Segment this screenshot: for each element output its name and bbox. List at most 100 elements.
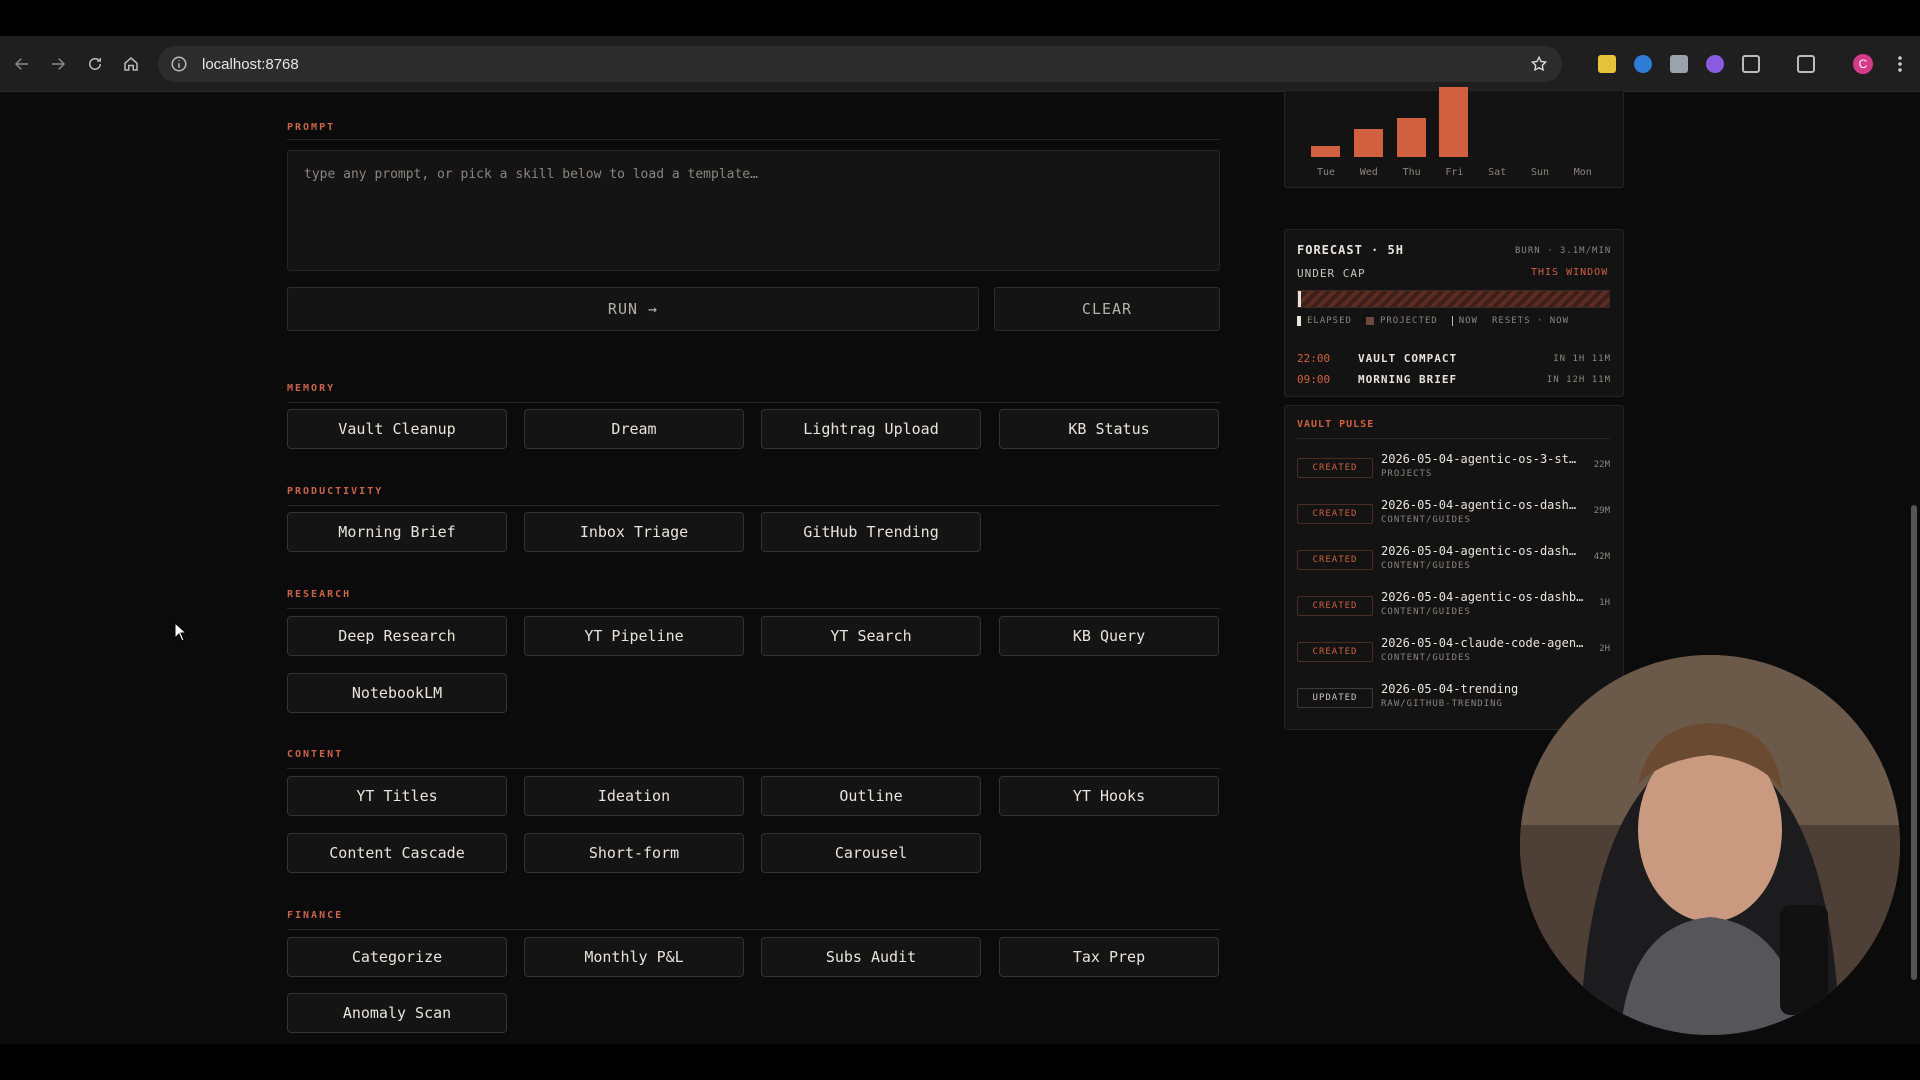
forecast-burn-rate: BURN · 3.1M/MIN xyxy=(1515,246,1612,256)
vault-item-path: CONTENT/GUIDES xyxy=(1381,561,1471,571)
site-info-icon[interactable] xyxy=(170,55,188,73)
section-label-content: CONTENT xyxy=(287,749,344,760)
usage-bar xyxy=(1311,146,1340,157)
vault-item-name: 2026-05-04-agentic-os-dashb… xyxy=(1381,590,1584,604)
forecast-elapsed-fill xyxy=(1298,291,1302,307)
skill-inbox-triage-button[interactable]: Inbox Triage xyxy=(524,512,744,552)
bookmark-star-icon[interactable] xyxy=(1530,55,1548,73)
section-divider xyxy=(287,768,1220,769)
skill-yt-titles-button[interactable]: YT Titles xyxy=(287,776,507,816)
skill-short-form-button[interactable]: Short-form xyxy=(524,833,744,873)
status-badge: CREATED xyxy=(1297,642,1373,662)
forecast-progress-bar xyxy=(1297,290,1610,308)
forecast-title: FORECAST · 5H xyxy=(1297,243,1404,257)
legend-projected-swatch xyxy=(1365,317,1374,325)
profile-avatar[interactable]: C xyxy=(1853,54,1873,74)
vault-pulse-item[interactable]: UPDATED 2026-05-04-trending RAW/GITHUB-TRE… xyxy=(1297,682,1610,718)
run-button[interactable]: RUN → xyxy=(287,287,979,331)
skill-yt-search-button[interactable]: YT Search xyxy=(761,616,981,656)
skill-ideation-button[interactable]: Ideation xyxy=(524,776,744,816)
legend-elapsed-swatch xyxy=(1297,316,1301,326)
skill-morning-brief-button[interactable]: Morning Brief xyxy=(287,512,507,552)
day-tick-label: Mon xyxy=(1573,167,1592,178)
section-label-finance: FINANCE xyxy=(287,910,344,921)
status-badge: CREATED xyxy=(1297,504,1373,524)
usage-bar xyxy=(1353,129,1383,157)
skill-tax-prep-button[interactable]: Tax Prep xyxy=(999,937,1219,977)
skill-notebooklm-button[interactable]: NotebookLM xyxy=(287,673,507,713)
section-label-research: RESEARCH xyxy=(287,589,352,600)
extension-icon-ai[interactable] xyxy=(1706,55,1724,73)
vault-item-age: 1H xyxy=(1599,598,1610,608)
vault-item-name: 2026-05-04-agentic-os-dash… xyxy=(1381,544,1577,558)
skill-carousel-button[interactable]: Carousel xyxy=(761,833,981,873)
skill-github-trending-button[interactable]: GitHub Trending xyxy=(761,512,981,552)
browser-menu-icon[interactable] xyxy=(1892,54,1908,74)
skill-subs-audit-button[interactable]: Subs Audit xyxy=(761,937,981,977)
vault-pulse-item[interactable]: CREATED 2026-05-04-agentic-os-3-st… PROJEC… xyxy=(1297,452,1610,488)
skill-categorize-button[interactable]: Categorize xyxy=(287,937,507,977)
vault-item-path: RAW/GITHUB-TRENDING xyxy=(1381,699,1503,709)
day-tick-label: Wed xyxy=(1359,167,1378,178)
vault-item-name: 2026-05-04-claude-code-agen… xyxy=(1381,636,1584,650)
extensions-puzzle-icon[interactable] xyxy=(1742,55,1760,73)
status-badge: UPDATED xyxy=(1297,688,1373,708)
status-badge: CREATED xyxy=(1297,458,1373,478)
forward-icon[interactable] xyxy=(46,52,70,76)
section-divider xyxy=(287,608,1220,609)
vault-item-name: 2026-05-04-agentic-os-3-st… xyxy=(1381,452,1577,466)
skill-kb-status-button[interactable]: KB Status xyxy=(999,409,1219,449)
presenter-video-frame xyxy=(1520,655,1900,1035)
vault-pulse-item[interactable]: CREATED 2026-05-04-agentic-os-dashb… CONTE… xyxy=(1297,590,1610,626)
usage-bar xyxy=(1396,118,1426,157)
skill-anomaly-scan-button[interactable]: Anomaly Scan xyxy=(287,993,507,1033)
skill-kb-query-button[interactable]: KB Query xyxy=(999,616,1219,656)
day-tick-label: Fri xyxy=(1445,167,1464,178)
vault-item-age: 22M xyxy=(1593,460,1610,470)
extension-icon-pen[interactable] xyxy=(1670,55,1688,73)
reload-icon[interactable] xyxy=(83,52,107,76)
skill-vault-cleanup-button[interactable]: Vault Cleanup xyxy=(287,409,507,449)
skill-outline-button[interactable]: Outline xyxy=(761,776,981,816)
status-badge: CREATED xyxy=(1297,596,1373,616)
section-label-productivity: PRODUCTIVITY xyxy=(287,486,384,497)
extension-icon-notes[interactable] xyxy=(1598,55,1616,73)
schedule-name: VAULT COMPACT xyxy=(1358,352,1458,365)
prompt-placeholder: type any prompt, or pick a skill below t… xyxy=(304,167,758,182)
webcam-overlay xyxy=(1520,655,1900,1035)
schedule-when: IN 1H 11M xyxy=(1553,354,1611,364)
section-divider xyxy=(287,402,1220,403)
back-icon[interactable] xyxy=(10,52,34,76)
vault-item-name: 2026-05-04-trending xyxy=(1381,682,1519,696)
skill-deep-research-button[interactable]: Deep Research xyxy=(287,616,507,656)
legend-now-swatch xyxy=(1451,316,1453,326)
day-tick-label: Sat xyxy=(1488,167,1507,178)
vault-pulse-item[interactable]: CREATED 2026-05-04-claude-code-agen… CONTE… xyxy=(1297,636,1610,672)
address-bar[interactable]: localhost:8768 xyxy=(158,46,1562,82)
vault-item-age: 29M xyxy=(1593,506,1610,516)
vault-item-path: CONTENT/GUIDES xyxy=(1381,653,1471,663)
prompt-textarea[interactable]: type any prompt, or pick a skill below t… xyxy=(287,150,1220,271)
skill-yt-pipeline-button[interactable]: YT Pipeline xyxy=(524,616,744,656)
vault-pulse-item[interactable]: CREATED 2026-05-04-agentic-os-dash… CONTEN… xyxy=(1297,544,1610,580)
section-divider xyxy=(287,139,1220,140)
skill-content-cascade-button[interactable]: Content Cascade xyxy=(287,833,507,873)
skill-monthly-pl-button[interactable]: Monthly P&L xyxy=(524,937,744,977)
page-scrollbar-thumb[interactable] xyxy=(1911,505,1917,980)
extension-icon-sync[interactable] xyxy=(1634,55,1652,73)
schedule-time: 09:00 xyxy=(1297,373,1331,386)
clear-button[interactable]: CLEAR xyxy=(994,287,1220,331)
legend-projected: PROJECTED xyxy=(1379,316,1438,326)
legend-elapsed: ELAPSED xyxy=(1307,316,1352,326)
skill-dream-button[interactable]: Dream xyxy=(524,409,744,449)
usage-bar xyxy=(1439,87,1469,157)
skill-lightrag-upload-button[interactable]: Lightrag Upload xyxy=(761,409,981,449)
home-icon[interactable] xyxy=(119,52,143,76)
status-badge: CREATED xyxy=(1297,550,1373,570)
vault-pulse-title: VAULT PULSE xyxy=(1297,419,1375,430)
tab-search-icon[interactable] xyxy=(1797,55,1815,73)
skill-yt-hooks-button[interactable]: YT Hooks xyxy=(999,776,1219,816)
window-top-strip xyxy=(0,0,1920,36)
forecast-window: THIS WINDOW xyxy=(1531,267,1609,278)
vault-pulse-item[interactable]: CREATED 2026-05-04-agentic-os-dash… CONTEN… xyxy=(1297,498,1610,534)
